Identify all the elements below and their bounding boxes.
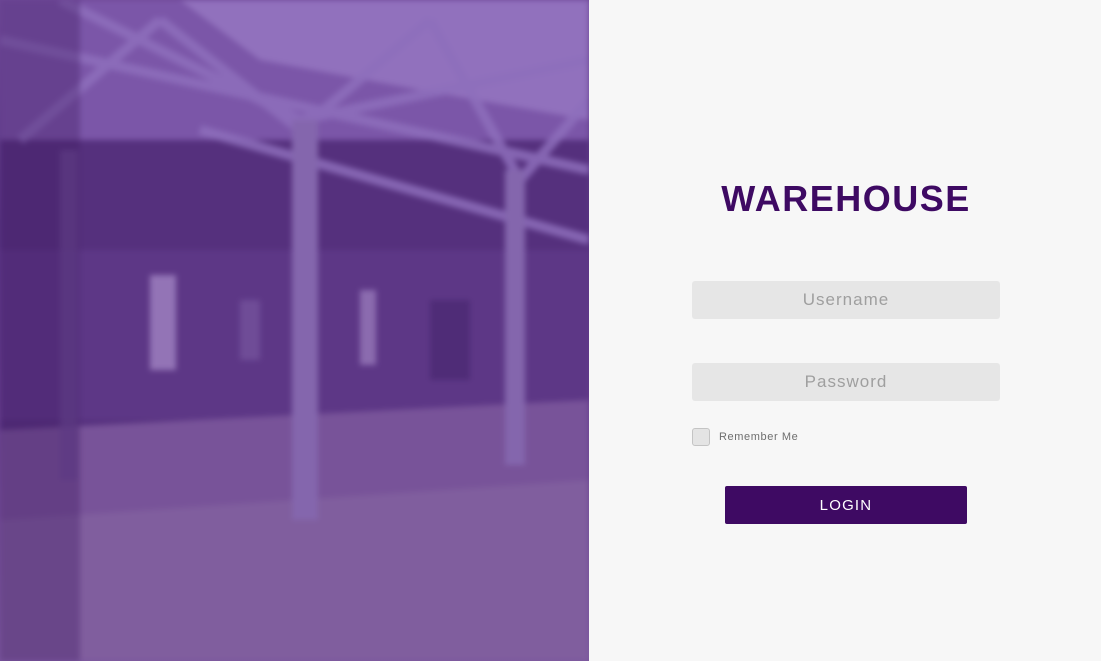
login-page: WAREHOUSE Remember Me LOGIN <box>0 0 1101 661</box>
warehouse-background-image <box>0 0 589 661</box>
password-input[interactable] <box>692 363 1000 401</box>
remember-me-label: Remember Me <box>719 431 799 443</box>
remember-me-checkbox[interactable] <box>692 428 710 446</box>
remember-me-option[interactable]: Remember Me <box>692 428 798 446</box>
login-panel: WAREHOUSE Remember Me LOGIN <box>589 0 1101 661</box>
login-button[interactable]: LOGIN <box>725 486 967 524</box>
brand-title: WAREHOUSE <box>721 178 971 219</box>
warehouse-interior-illustration <box>0 0 589 661</box>
username-input[interactable] <box>692 281 1000 319</box>
